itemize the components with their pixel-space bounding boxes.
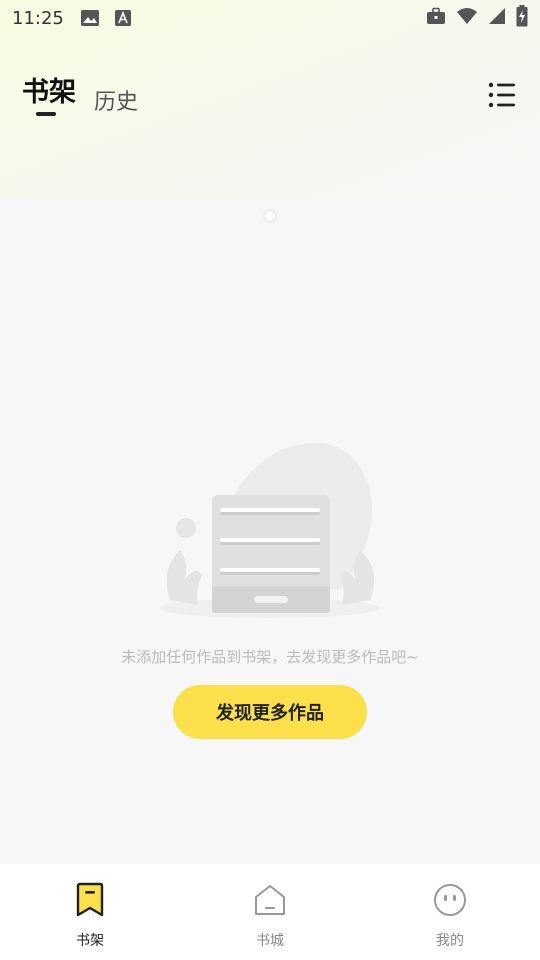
battery-charging-icon (516, 5, 528, 31)
image-icon (80, 9, 100, 27)
active-tab-indicator (36, 112, 56, 116)
tab-bookshelf-label: 书架 (22, 77, 76, 108)
tab-history[interactable]: 历史 (94, 84, 138, 116)
home-icon (252, 882, 288, 918)
font-a-icon (114, 9, 132, 27)
status-time: 11:25 (12, 7, 64, 29)
nav-label-mine: 我的 (436, 933, 464, 949)
nav-label-bookstore: 书城 (256, 933, 284, 949)
signal-icon (488, 7, 506, 29)
nav-item-mine[interactable]: 我的 (360, 864, 540, 960)
face-icon (432, 882, 468, 918)
bottom-nav: 书架 书城 我的 (0, 864, 540, 960)
briefcase-icon (426, 7, 446, 29)
nav-item-bookshelf[interactable]: 书架 (0, 864, 180, 960)
discover-more-button[interactable]: 发现更多作品 (173, 685, 367, 739)
empty-message: 未添加任何作品到书架，去发现更多作品吧~ (121, 648, 419, 666)
tab-bookshelf[interactable]: 书架 (22, 70, 76, 116)
nav-item-bookstore[interactable]: 书城 (180, 864, 360, 960)
header: 书架 历史 (0, 70, 540, 126)
list-menu-icon[interactable] (488, 82, 516, 108)
bookmark-icon (72, 882, 108, 918)
loading-indicator (265, 211, 275, 221)
tab-history-label: 历史 (94, 90, 139, 115)
nav-label-bookshelf: 书架 (76, 933, 104, 949)
wifi-icon (456, 7, 478, 29)
status-bar: 11:25 (0, 0, 540, 36)
empty-bookshelf-illustration (150, 430, 390, 630)
